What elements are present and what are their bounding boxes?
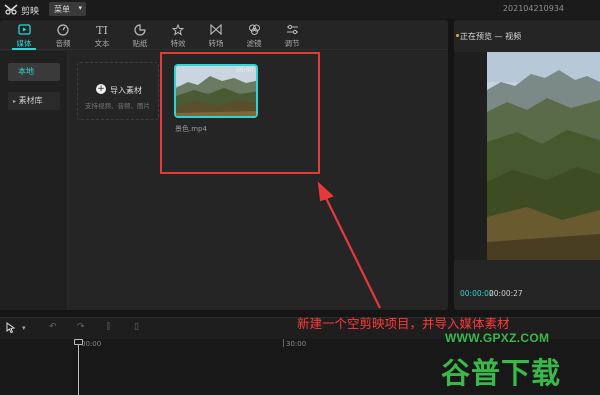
annotation-arrow	[317, 181, 381, 309]
app-name: 剪映	[21, 7, 40, 17]
tab-adjust[interactable]: 调节	[274, 24, 310, 49]
tab-label: 调节	[284, 39, 300, 48]
total-time: 00:00:27	[489, 289, 523, 298]
tab-text[interactable]: TI 文本	[84, 24, 120, 49]
chevron-down-icon: ▾	[78, 4, 82, 12]
preview-letterbox	[454, 52, 487, 260]
menu-button[interactable]: 菜单 ▾	[49, 2, 86, 16]
watermark-name: 谷普下载	[441, 356, 562, 390]
ruler-tick-label: 00:00	[81, 340, 102, 348]
tab-effects[interactable]: 特效	[160, 23, 196, 49]
undo-icon[interactable]: ↶	[49, 322, 57, 332]
playhead-handle[interactable]	[74, 339, 83, 345]
chevron-right-icon: ▸	[13, 98, 17, 105]
plus-icon: +	[96, 84, 106, 94]
filter-icon	[236, 24, 272, 38]
project-name: 202104210934	[502, 4, 564, 13]
app-window: 剪映 菜单 ▾ 202104210934 媒体 音频 TI 文本 贴纸 特效 转…	[0, 0, 600, 395]
select-pointer-icon[interactable]	[6, 322, 16, 336]
tab-label: 贴纸	[132, 39, 148, 48]
playhead[interactable]	[78, 339, 79, 395]
tab-label: 媒体	[16, 39, 32, 48]
status-dot	[456, 34, 459, 37]
menu-label: 菜单	[54, 5, 70, 14]
text-icon: TI	[96, 24, 108, 37]
media-sidebar	[0, 51, 68, 310]
tab-filter[interactable]: 滤镜	[236, 24, 272, 49]
sidebar-item-library[interactable]: ▸ 素材库	[8, 92, 60, 110]
sticker-icon	[122, 24, 158, 38]
ruler-tick	[283, 339, 284, 347]
annotation-caption: 新建一个空剪映项目，并导入媒体素材	[297, 316, 510, 331]
watermark-url: WWW.GPXZ.COM	[445, 331, 550, 345]
media-icon	[6, 24, 42, 38]
preview-title: 正在预览 — 视频	[460, 32, 522, 41]
chevron-down-icon[interactable]: ▾	[22, 324, 26, 332]
active-tab-indicator	[12, 48, 36, 50]
adjust-icon	[274, 24, 310, 38]
tab-audio[interactable]: 音频	[45, 24, 81, 49]
audio-icon	[45, 24, 81, 38]
tab-media[interactable]: 媒体	[6, 24, 42, 49]
effects-icon	[160, 23, 196, 38]
sidebar-item-local[interactable]: 本地	[8, 63, 60, 81]
preview-video[interactable]	[487, 52, 600, 260]
annotation-highlight-box	[160, 52, 320, 174]
tab-label: 转场	[208, 39, 224, 48]
landscape-preview-image	[487, 52, 600, 260]
import-button-label[interactable]: 导入素材	[110, 85, 142, 96]
tab-label: 滤镜	[246, 39, 262, 48]
tab-label: 特效	[170, 39, 186, 48]
tab-sticker[interactable]: 贴纸	[122, 24, 158, 49]
import-hint: 支持视频、音频、图片	[85, 102, 150, 110]
tab-label: 文本	[94, 39, 110, 48]
transition-icon	[198, 23, 234, 38]
split-icon[interactable]: ⫿	[107, 322, 110, 332]
app-logo-icon	[4, 4, 18, 15]
delete-icon[interactable]: ▯	[134, 322, 139, 332]
redo-icon[interactable]: ↷	[77, 322, 85, 332]
tab-transition[interactable]: 转场	[198, 23, 234, 49]
sidebar-item-label: 素材库	[18, 96, 43, 105]
tab-label: 音频	[55, 39, 71, 48]
ruler-tick-label: 30:00	[286, 340, 307, 348]
